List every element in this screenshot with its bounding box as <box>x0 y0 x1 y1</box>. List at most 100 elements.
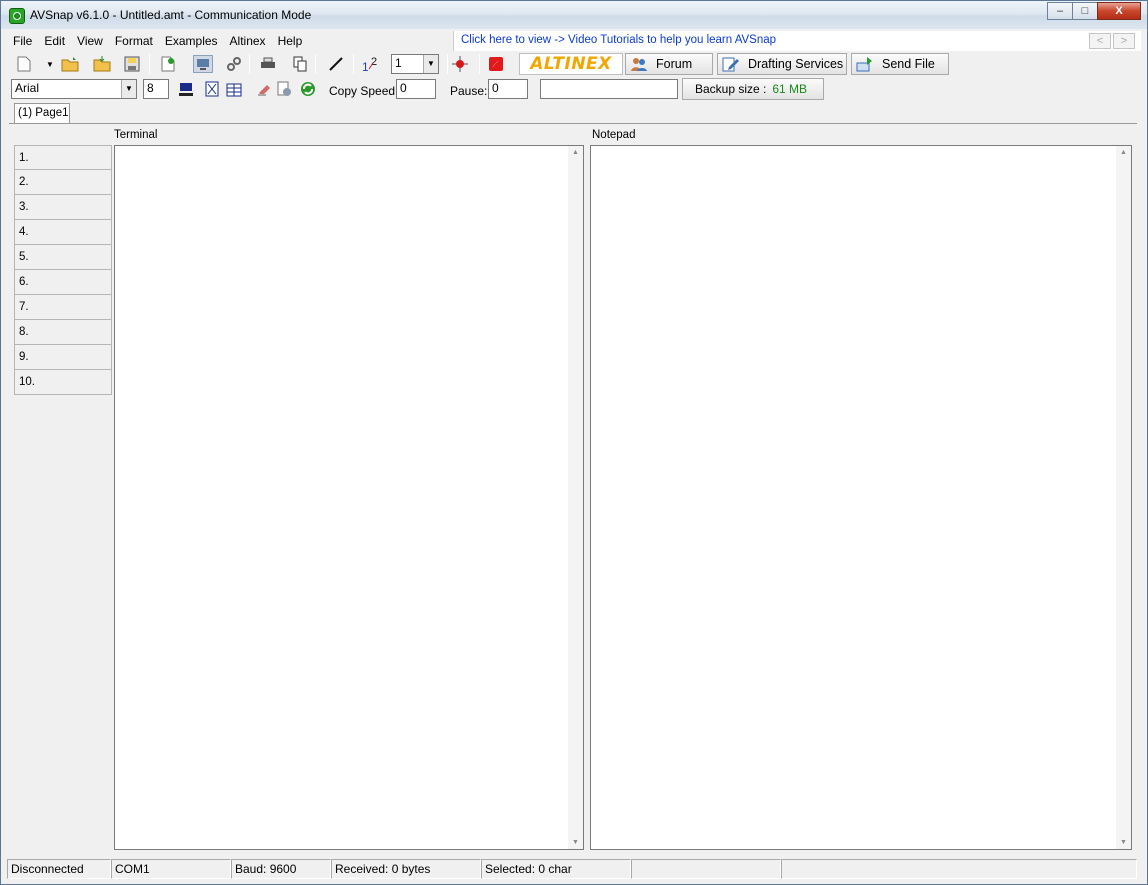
pause-input[interactable]: 0 <box>488 79 528 99</box>
menu-edit[interactable]: Edit <box>38 31 71 51</box>
svg-text:1: 1 <box>362 60 369 73</box>
refresh-icon[interactable] <box>299 80 317 98</box>
send-file-button[interactable]: Send File <box>851 53 949 75</box>
backup-size-label: Backup size : <box>695 82 767 96</box>
add-page-icon[interactable] <box>159 55 177 73</box>
row-number[interactable]: 3. <box>14 195 112 220</box>
menu-view[interactable]: View <box>71 31 109 51</box>
connection-status: Disconnected <box>7 859 111 879</box>
toolbar-separator <box>149 54 150 74</box>
maximize-button[interactable]: □ <box>1072 2 1098 20</box>
toolbar-separator <box>479 54 480 74</box>
backup-size-button[interactable]: Backup size : 61 MB <box>682 78 824 100</box>
row-number[interactable]: 6. <box>14 270 112 295</box>
menu-altinex[interactable]: Altinex <box>224 31 272 51</box>
baud-status: Baud: 9600 <box>231 859 331 879</box>
notepad-scrollbar[interactable]: ▲ ▼ <box>1116 146 1131 849</box>
connect-icon[interactable] <box>225 55 243 73</box>
row-number[interactable]: 10. <box>14 370 112 395</box>
app-window: AVSnap v6.1.0 - Untitled.amt - Communica… <box>0 0 1148 885</box>
copy-speed-label: Copy Speed: <box>329 84 399 98</box>
forum-label: Forum <box>656 57 693 71</box>
scroll-down-icon[interactable]: ▼ <box>571 839 580 846</box>
terminal-label: Terminal <box>114 129 158 141</box>
import-folder-icon[interactable] <box>93 55 111 73</box>
title-bar[interactable]: AVSnap v6.1.0 - Untitled.amt - Communica… <box>1 1 1147 29</box>
banner-prev-button[interactable]: < <box>1089 33 1111 49</box>
send-file-label: Send File <box>882 57 935 71</box>
status-bar: Disconnected COM1 Baud: 9600 Received: 0… <box>7 859 1141 879</box>
row-number[interactable]: 1. <box>14 145 112 170</box>
tab-strip-line <box>9 123 1137 124</box>
print-icon[interactable] <box>259 55 277 73</box>
copy-icon[interactable] <box>291 55 309 73</box>
window-title: AVSnap v6.1.0 - Untitled.amt - Communica… <box>30 8 312 22</box>
chevron-down-icon[interactable]: ▼ <box>121 80 136 98</box>
drafting-services-button[interactable]: Drafting Services <box>717 53 847 75</box>
text-color-icon[interactable] <box>177 80 195 98</box>
scroll-down-icon[interactable]: ▼ <box>1119 839 1128 846</box>
open-folder-icon[interactable] <box>61 55 79 73</box>
terminal-row-numbers: 1. 2. 3. 4. 5. 6. 7. 8. 9. 10. <box>14 145 112 395</box>
new-dropdown-icon[interactable]: ▼ <box>41 55 59 73</box>
font-family-value: Arial <box>15 81 40 95</box>
drafting-services-label: Drafting Services <box>748 57 844 71</box>
menu-file[interactable]: File <box>7 31 38 51</box>
toolbar-separator <box>447 54 448 74</box>
main-toolbar: ▼ 12 1 ▼ ALTINEX Forum Drafting Services… <box>9 52 1139 76</box>
clear-icon[interactable] <box>255 80 273 98</box>
notepad-textarea[interactable]: ▲ ▼ <box>590 145 1132 850</box>
data-table-icon[interactable] <box>225 80 243 98</box>
scroll-up-icon[interactable]: ▲ <box>1119 149 1128 156</box>
users-icon <box>630 56 648 72</box>
numbering-icon[interactable]: 12 <box>361 55 383 73</box>
terminal-view-icon[interactable] <box>193 55 213 73</box>
received-status: Received: 0 bytes <box>331 859 481 879</box>
fit-icon[interactable] <box>203 80 221 98</box>
svg-text:2: 2 <box>371 56 377 68</box>
app-icon[interactable] <box>9 8 25 24</box>
toolbar-separator <box>315 54 316 74</box>
terminal-scrollbar[interactable]: ▲ ▼ <box>568 146 583 849</box>
status-empty-cell <box>631 859 781 879</box>
crosshair-icon[interactable] <box>451 55 469 73</box>
minimize-button[interactable]: – <box>1047 2 1073 20</box>
menu-examples[interactable]: Examples <box>159 31 224 51</box>
close-button[interactable]: X <box>1097 2 1141 20</box>
row-number[interactable]: 4. <box>14 220 112 245</box>
status-empty-cell <box>781 859 1137 879</box>
banner-nav: < > <box>1089 33 1135 49</box>
font-family-select[interactable]: Arial ▼ <box>11 79 137 99</box>
toolbar-separator <box>249 54 250 74</box>
terminal-textarea[interactable]: ▲ ▼ <box>114 145 584 850</box>
menu-format[interactable]: Format <box>109 31 159 51</box>
save-icon[interactable] <box>123 55 141 73</box>
row-number[interactable]: 5. <box>14 245 112 270</box>
row-number[interactable]: 7. <box>14 295 112 320</box>
line-tool-icon[interactable] <box>327 55 345 73</box>
banner-next-button[interactable]: > <box>1113 33 1135 49</box>
new-file-icon[interactable] <box>15 55 33 73</box>
menu-help[interactable]: Help <box>272 31 309 51</box>
document-settings-icon[interactable] <box>275 80 293 98</box>
forum-button[interactable]: Forum <box>625 53 713 75</box>
scroll-up-icon[interactable]: ▲ <box>571 149 580 156</box>
font-size-input[interactable]: 8 <box>143 79 169 99</box>
window-controls: – □ X <box>1047 2 1141 20</box>
chevron-down-icon[interactable]: ▼ <box>423 55 438 73</box>
video-tutorials-link[interactable]: Click here to view -> Video Tutorials to… <box>461 34 776 46</box>
copy-speed-input[interactable]: 0 <box>396 79 436 99</box>
row-number[interactable]: 8. <box>14 320 112 345</box>
port-status: COM1 <box>111 859 231 879</box>
row-number[interactable]: 2. <box>14 170 112 195</box>
send-file-icon <box>856 56 874 72</box>
command-input[interactable] <box>540 79 678 99</box>
row-number[interactable]: 9. <box>14 345 112 370</box>
tab-page1[interactable]: (1) Page1 <box>14 103 70 124</box>
page-number-select[interactable]: 1 ▼ <box>391 54 439 74</box>
format-toolbar: Arial ▼ 8 Copy Speed: 0 Pause: 0 Backup … <box>9 77 1139 101</box>
menu-bar: File Edit View Format Examples Altinex H… <box>7 31 453 51</box>
edit-document-icon <box>722 56 740 72</box>
pdf-icon[interactable] <box>487 55 505 73</box>
altinex-logo[interactable]: ALTINEX <box>519 53 623 75</box>
